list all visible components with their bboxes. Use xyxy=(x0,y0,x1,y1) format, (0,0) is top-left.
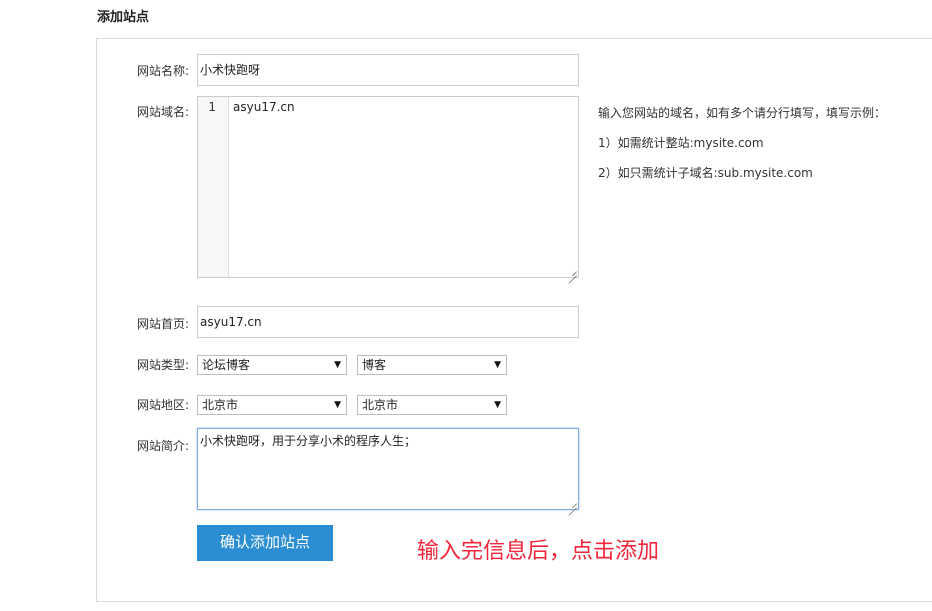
intro-textarea[interactable]: 小术快跑呀，用于分享小术的程序人生； xyxy=(197,428,579,510)
province-select[interactable]: 北京市 ▼ xyxy=(197,395,347,415)
province-value: 北京市 xyxy=(202,398,239,412)
dropdown-arrow-icon: ▼ xyxy=(494,360,501,370)
site-type-label: 网站类型: xyxy=(137,358,190,372)
site-name-input[interactable]: 小术快跑呀 xyxy=(197,54,579,86)
dropdown-arrow-icon: ▼ xyxy=(334,400,341,410)
site-type-secondary-select[interactable]: 博客 ▼ xyxy=(357,355,507,375)
site-type-secondary-value: 博客 xyxy=(362,358,387,372)
instruction-annotation: 输入完信息后，点击添加 xyxy=(417,539,660,564)
intro-label: 网站简介: xyxy=(137,439,190,453)
intro-text: 小术快跑呀，用于分享小术的程序人生； xyxy=(200,434,417,448)
resize-grip-icon[interactable] xyxy=(569,268,577,276)
page-title: 添加站点 xyxy=(97,10,150,25)
domain-hint-example2: 2）如只需统计子域名:sub.mysite.com xyxy=(598,166,813,180)
site-type-primary-value: 论坛博客 xyxy=(202,358,251,372)
homepage-input[interactable]: asyu17.cn xyxy=(197,306,579,338)
region-label: 网站地区: xyxy=(137,398,190,412)
dropdown-arrow-icon: ▼ xyxy=(334,360,341,370)
site-name-label: 网站名称: xyxy=(137,64,190,78)
line-number-gutter: 1 xyxy=(198,97,229,277)
domain-label: 网站域名: xyxy=(137,105,190,119)
line-number: 1 xyxy=(208,100,216,114)
city-select[interactable]: 北京市 ▼ xyxy=(357,395,507,415)
resize-grip-icon[interactable] xyxy=(569,500,577,508)
site-type-primary-select[interactable]: 论坛博客 ▼ xyxy=(197,355,347,375)
domain-line: asyu17.cn xyxy=(233,100,295,114)
homepage-label: 网站首页: xyxy=(137,317,190,331)
city-value: 北京市 xyxy=(362,398,399,412)
domain-hint-intro: 输入您网站的域名，如有多个请分行填写，填写示例： xyxy=(598,106,887,120)
domain-editor[interactable]: 1 asyu17.cn xyxy=(197,96,579,278)
dropdown-arrow-icon: ▼ xyxy=(494,400,501,410)
domain-hint-example1: 1）如需统计整站:mysite.com xyxy=(598,136,764,150)
confirm-add-site-button[interactable]: 确认添加站点 xyxy=(197,525,333,561)
